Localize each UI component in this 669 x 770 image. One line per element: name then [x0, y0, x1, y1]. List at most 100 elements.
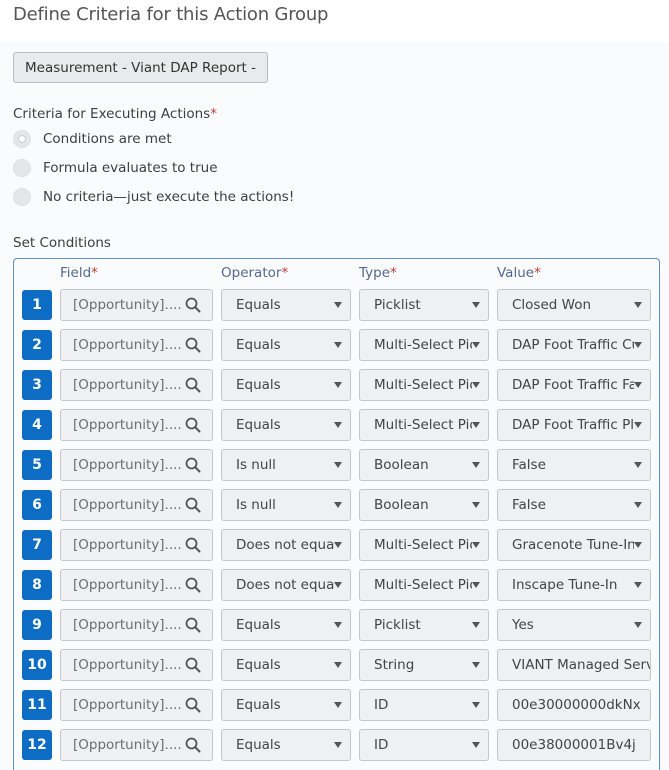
value-field[interactable]: False	[497, 489, 651, 521]
header-value-text: Value	[497, 265, 535, 281]
type-select[interactable]: Multi-Select Picklist	[359, 529, 489, 561]
value-field[interactable]: Inscape Tune-In	[497, 569, 651, 601]
required-mark: *	[210, 106, 217, 122]
operator-select[interactable]: Equals	[221, 729, 351, 761]
operator-select[interactable]: Does not equal	[221, 569, 351, 601]
condition-row: 6 [Opportunity].... Is null Boolean False	[22, 489, 652, 521]
radio-conditions-met[interactable]: Conditions are met	[13, 130, 172, 148]
type-select[interactable]: Boolean	[359, 449, 489, 481]
field-lookup[interactable]: [Opportunity]....	[60, 529, 213, 561]
chevron-down-icon	[472, 662, 480, 668]
field-lookup[interactable]: [Opportunity]....	[60, 329, 213, 361]
field-lookup[interactable]: [Opportunity]....	[60, 569, 213, 601]
search-icon[interactable]	[184, 616, 202, 634]
value-field[interactable]: DAP Foot Traffic Factual	[497, 369, 651, 401]
operator-select[interactable]: Equals	[221, 289, 351, 321]
operator-select[interactable]: Equals	[221, 649, 351, 681]
search-icon[interactable]	[184, 536, 202, 554]
operator-value: Does not equal	[236, 577, 334, 593]
value-text: Closed Won	[512, 297, 592, 313]
radio-button[interactable]	[13, 159, 31, 177]
field-lookup[interactable]: [Opportunity]....	[60, 689, 213, 721]
type-select[interactable]: ID	[359, 729, 489, 761]
chevron-down-icon	[634, 542, 642, 548]
radio-no-criteria[interactable]: No criteria—just execute the actions!	[13, 188, 294, 206]
value-field[interactable]: Yes	[497, 609, 651, 641]
search-icon[interactable]	[184, 576, 202, 594]
type-select[interactable]: String	[359, 649, 489, 681]
chevron-down-icon	[334, 542, 342, 548]
field-lookup[interactable]: [Opportunity]....	[60, 449, 213, 481]
condition-row: 3 [Opportunity].... Equals Multi-Select Pic…	[22, 369, 652, 401]
chevron-down-icon	[634, 622, 642, 628]
condition-row: 8 [Opportunity].... Does not equal Multi-Se…	[22, 569, 652, 601]
search-icon[interactable]	[184, 376, 202, 394]
chevron-down-icon	[334, 462, 342, 468]
search-icon[interactable]	[184, 456, 202, 474]
value-field[interactable]: DAP Foot Traffic Custom	[497, 329, 651, 361]
chevron-down-icon	[634, 382, 642, 388]
criteria-label-text: Criteria for Executing Actions	[13, 106, 211, 122]
operator-select[interactable]: Equals	[221, 409, 351, 441]
value-text: Gracenote Tune-In	[512, 537, 634, 553]
field-lookup[interactable]: [Opportunity]....	[60, 649, 213, 681]
value-text: Inscape Tune-In	[512, 577, 618, 593]
radio-button[interactable]	[13, 130, 31, 148]
radio-formula[interactable]: Formula evaluates to true	[13, 159, 218, 177]
condition-row: 11 [Opportunity].... Equals ID 00e30000000dk…	[22, 689, 652, 721]
header-operator: Operator*	[221, 265, 288, 281]
value-field[interactable]: VIANT Managed Service	[497, 649, 651, 681]
type-select[interactable]: Picklist	[359, 289, 489, 321]
type-select[interactable]: ID	[359, 689, 489, 721]
row-number: 4	[22, 410, 52, 440]
chevron-down-icon	[472, 742, 480, 748]
operator-select[interactable]: Equals	[221, 329, 351, 361]
value-field[interactable]: Gracenote Tune-In	[497, 529, 651, 561]
field-lookup[interactable]: [Opportunity]....	[60, 609, 213, 641]
type-value: Picklist	[374, 617, 421, 633]
operator-select[interactable]: Equals	[221, 689, 351, 721]
type-value: Multi-Select Picklist	[374, 417, 472, 433]
radio-button[interactable]	[13, 188, 31, 206]
type-select[interactable]: Picklist	[359, 609, 489, 641]
condition-row: 7 [Opportunity].... Does not equal Multi-Se…	[22, 529, 652, 561]
set-conditions-label: Set Conditions	[13, 235, 111, 251]
type-select[interactable]: Boolean	[359, 489, 489, 521]
search-icon[interactable]	[184, 416, 202, 434]
chevron-down-icon	[472, 342, 480, 348]
type-select[interactable]: Multi-Select Picklist	[359, 569, 489, 601]
type-select[interactable]: Multi-Select Picklist	[359, 329, 489, 361]
type-value: Picklist	[374, 297, 421, 313]
chevron-down-icon	[334, 382, 342, 388]
value-field[interactable]: 00e30000000dkNx	[497, 689, 651, 721]
operator-select[interactable]: Equals	[221, 369, 351, 401]
search-icon[interactable]	[184, 736, 202, 754]
search-icon[interactable]	[184, 336, 202, 354]
search-icon[interactable]	[184, 696, 202, 714]
type-select[interactable]: Multi-Select Picklist	[359, 369, 489, 401]
value-field[interactable]: False	[497, 449, 651, 481]
field-lookup[interactable]: [Opportunity]....	[60, 489, 213, 521]
search-icon[interactable]	[184, 656, 202, 674]
value-field[interactable]: 00e38000001Bv4j	[497, 729, 651, 761]
value-field[interactable]: DAP Foot Traffic Placed	[497, 409, 651, 441]
operator-select[interactable]: Is null	[221, 449, 351, 481]
chevron-down-icon	[334, 622, 342, 628]
operator-select[interactable]: Equals	[221, 609, 351, 641]
action-group-button[interactable]: Measurement - Viant DAP Report -	[13, 52, 268, 83]
field-value: [Opportunity]....	[73, 417, 182, 433]
type-value: String	[374, 657, 415, 673]
field-lookup[interactable]: [Opportunity]....	[60, 289, 213, 321]
operator-value: Equals	[236, 297, 281, 313]
field-lookup[interactable]: [Opportunity]....	[60, 409, 213, 441]
chevron-down-icon	[334, 662, 342, 668]
search-icon[interactable]	[184, 496, 202, 514]
field-lookup[interactable]: [Opportunity]....	[60, 729, 213, 761]
field-lookup[interactable]: [Opportunity]....	[60, 369, 213, 401]
search-icon[interactable]	[184, 296, 202, 314]
value-field[interactable]: Closed Won	[497, 289, 651, 321]
operator-select[interactable]: Is null	[221, 489, 351, 521]
type-select[interactable]: Multi-Select Picklist	[359, 409, 489, 441]
operator-select[interactable]: Does not equal	[221, 529, 351, 561]
type-value: Multi-Select Picklist	[374, 337, 472, 353]
